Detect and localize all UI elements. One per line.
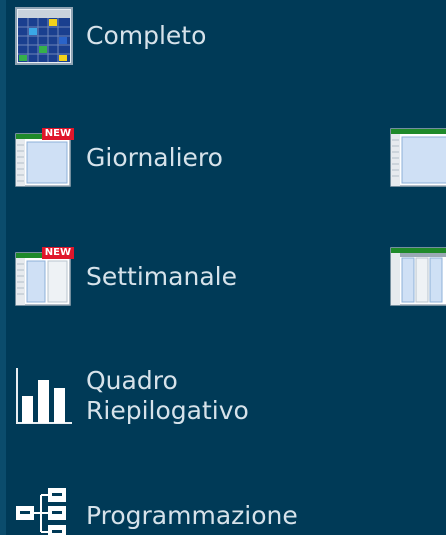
menu-item-programmazione[interactable]: Programmazione bbox=[14, 486, 298, 535]
left-edge-strip bbox=[0, 0, 6, 535]
menu-item-giornaliero[interactable]: NEW Giornaliero bbox=[14, 128, 223, 188]
menu-label: Settimanale bbox=[86, 262, 237, 291]
bar-chart-icon bbox=[14, 366, 74, 426]
menu-item-quadro-riepilogativo[interactable]: Quadro Riepilogativo bbox=[14, 366, 249, 426]
weekly-sheet-icon: NEW bbox=[14, 247, 74, 307]
menu-label: Programmazione bbox=[86, 501, 298, 530]
new-badge: NEW bbox=[41, 247, 74, 259]
menu-label: Giornaliero bbox=[86, 143, 223, 172]
new-badge: NEW bbox=[41, 128, 74, 140]
menu-label: Completo bbox=[86, 21, 207, 50]
menu-item-completo[interactable]: Completo bbox=[14, 6, 206, 66]
menu-label: Quadro Riepilogativo bbox=[86, 366, 249, 425]
side-weekly-sheet-icon[interactable] bbox=[390, 247, 446, 307]
grid-calendar-icon bbox=[14, 6, 74, 66]
menu-item-settimanale[interactable]: NEW Settimanale bbox=[14, 247, 237, 307]
schedule-tree-icon bbox=[14, 486, 74, 535]
side-daily-sheet-icon[interactable] bbox=[390, 128, 446, 188]
daily-sheet-icon: NEW bbox=[14, 128, 74, 188]
